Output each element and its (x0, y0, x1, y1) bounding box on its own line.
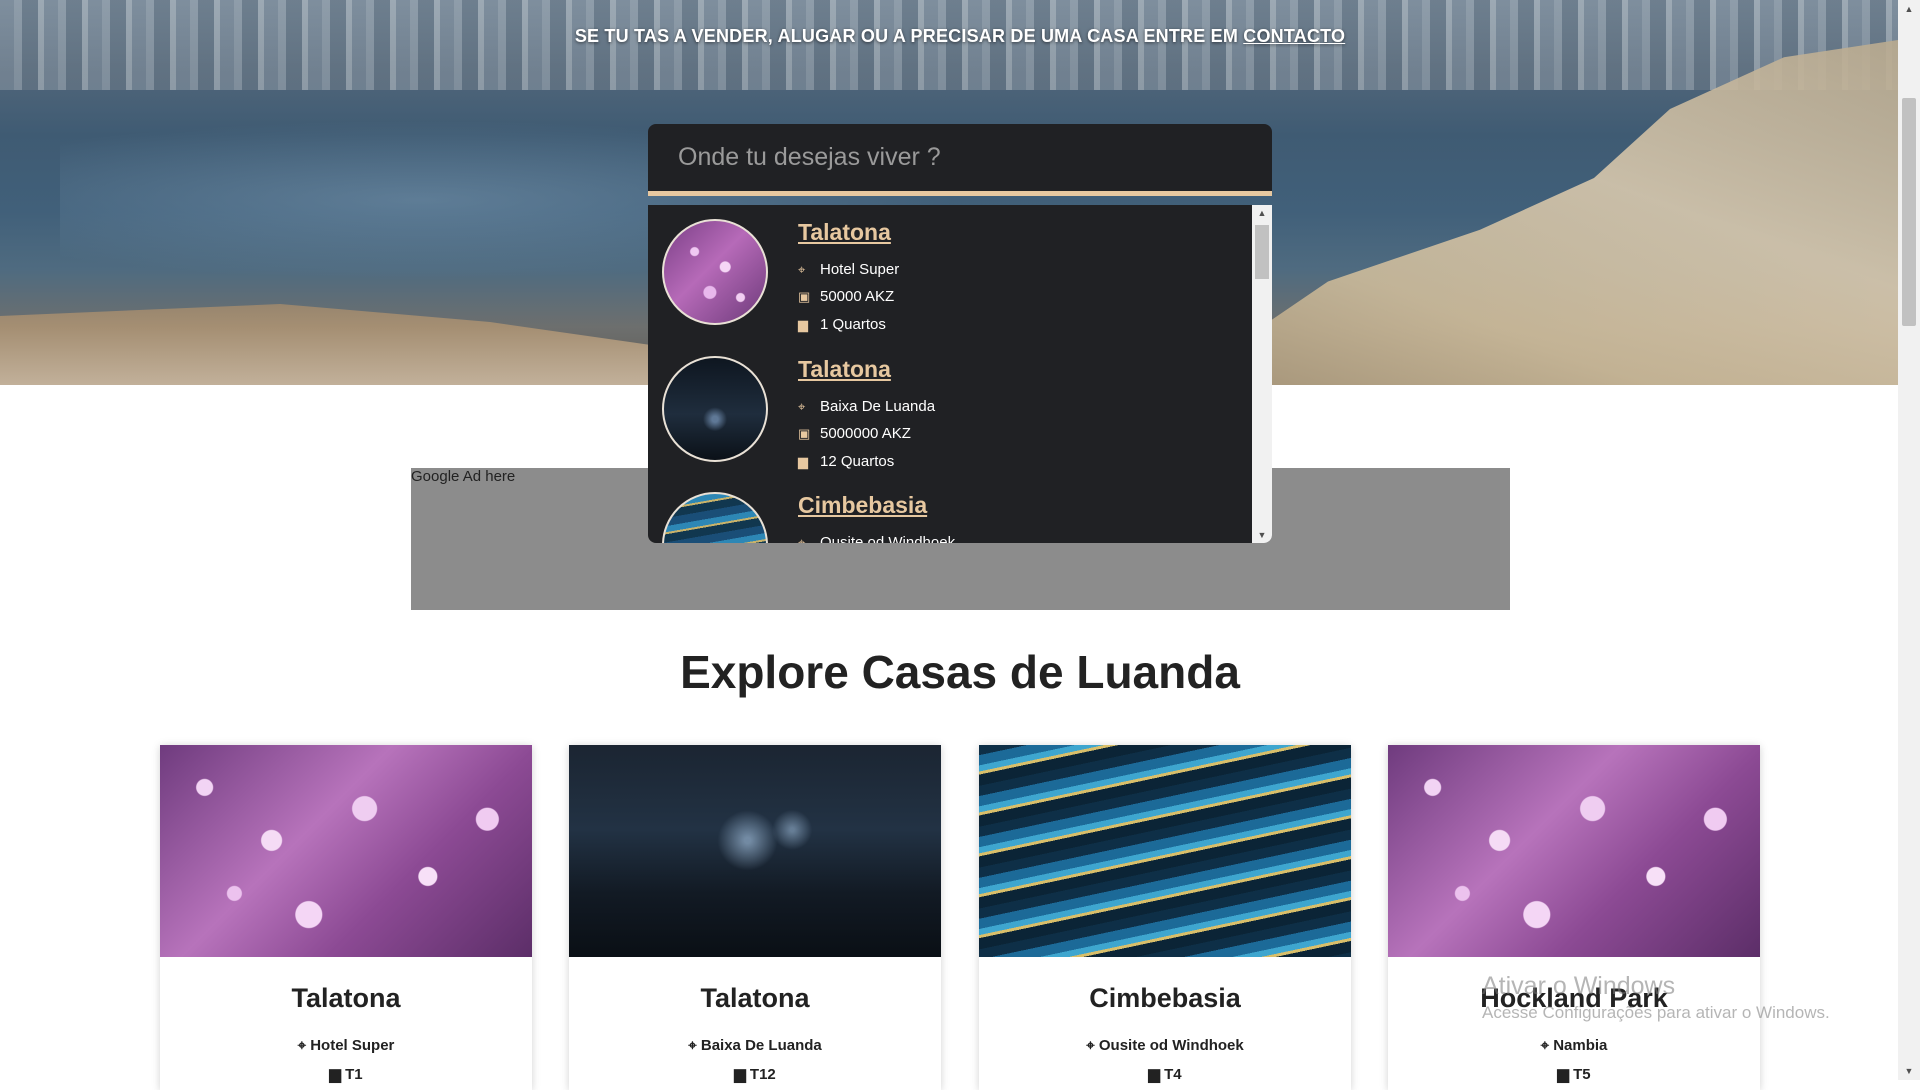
page-scroll-thumb[interactable] (1902, 98, 1916, 326)
result-thumbnail[interactable] (662, 219, 768, 325)
result-price: ▣ 5000000 AKZ (798, 425, 911, 442)
property-location: ⌖ Nambia (1540, 1037, 1608, 1054)
result-title-link[interactable]: Talatona (798, 219, 891, 246)
result-price: ▣ 50000 AKZ (798, 288, 895, 305)
search-input[interactable] (648, 124, 1272, 191)
result-title-link[interactable]: Talatona (798, 356, 891, 383)
map-pin-icon: ⌖ (1540, 1037, 1550, 1054)
property-title[interactable]: Talatona (569, 983, 941, 1014)
section-title: Explore Casas de Luanda (680, 646, 1240, 698)
map-pin-icon: ⌖ (1086, 1037, 1095, 1054)
map-pin-icon: ⌖ (798, 534, 806, 544)
result-title-link[interactable]: Cimbebasia (798, 492, 927, 519)
money-icon: ▣ (798, 425, 811, 441)
contact-link[interactable]: CONTACTO (1243, 26, 1345, 46)
property-location: ⌖ Hotel Super (297, 1037, 395, 1054)
property-card[interactable]: Talatona ⌖ Hotel Super ▆ T1 (160, 745, 532, 1090)
map-pin-icon: ⌖ (798, 261, 806, 277)
property-rooms: ▆ T12 (734, 1066, 776, 1083)
bed-icon: ▆ (798, 316, 808, 332)
page-scrollbar[interactable]: ▲ ▼ (1898, 0, 1920, 1080)
property-image[interactable] (979, 745, 1351, 957)
scroll-up-arrow-icon[interactable]: ▲ (1252, 205, 1272, 221)
property-rooms: ▆ T5 (1557, 1066, 1591, 1083)
result-item[interactable]: Talatona ⌖ Baixa De Luanda ▣ 5000000 AKZ… (662, 342, 1242, 472)
bed-icon: ▆ (1148, 1066, 1160, 1083)
property-card[interactable]: Talatona ⌖ Baixa De Luanda ▆ T12 (569, 745, 941, 1090)
result-location: ⌖ Hotel Super (798, 261, 900, 278)
windows-activation-watermark: Ativar o Windows Acesse Configurações pa… (1482, 972, 1830, 1022)
bed-icon: ▆ (734, 1066, 746, 1083)
scroll-down-arrow-icon[interactable]: ▼ (1898, 1062, 1920, 1080)
result-thumbnail[interactable] (662, 356, 768, 462)
search-box (648, 124, 1272, 196)
search-results-dropdown: Talatona ⌖ Hotel Super ▣ 50000 AKZ ▆ 1 Q… (648, 205, 1272, 543)
property-location: ⌖ Ousite od Windhoek (1086, 1037, 1244, 1054)
ad-label: Google Ad here (411, 468, 516, 485)
property-image[interactable] (569, 745, 941, 957)
money-icon: ▣ (798, 288, 811, 304)
shoreline-left (0, 304, 700, 385)
map-pin-icon: ⌖ (688, 1037, 697, 1054)
map-pin-icon: ⌖ (297, 1037, 307, 1054)
property-title[interactable]: Talatona (160, 983, 532, 1014)
result-location: ⌖ Baixa De Luanda (798, 398, 936, 415)
property-card[interactable]: Cimbebasia ⌖ Ousite od Windhoek ▆ T4 (979, 745, 1351, 1090)
result-item[interactable]: Cimbebasia ⌖ Ousite od Windhoek (662, 478, 1242, 543)
result-location: ⌖ Ousite od Windhoek (798, 534, 955, 543)
result-item[interactable]: Talatona ⌖ Hotel Super ▣ 50000 AKZ ▆ 1 Q… (662, 205, 1242, 335)
results-scroll-thumb[interactable] (1255, 225, 1269, 279)
property-image[interactable] (160, 745, 532, 957)
results-scrollbar[interactable]: ▲ ▼ (1252, 205, 1272, 543)
property-location: ⌖ Baixa De Luanda (688, 1037, 822, 1054)
scroll-down-arrow-icon[interactable]: ▼ (1252, 527, 1272, 543)
bed-icon: ▆ (329, 1066, 341, 1083)
scroll-up-arrow-icon[interactable]: ▲ (1898, 0, 1920, 18)
property-image[interactable] (1388, 745, 1760, 957)
property-title[interactable]: Cimbebasia (979, 983, 1351, 1014)
property-rooms: ▆ T1 (329, 1066, 363, 1083)
property-rooms: ▆ T4 (1148, 1066, 1182, 1083)
hero-headline: SE TU TAS A VENDER, ALUGAR OU A PRECISAR… (574, 26, 1346, 46)
result-thumbnail[interactable] (662, 492, 768, 543)
bed-icon: ▆ (1557, 1066, 1569, 1083)
map-pin-icon: ⌖ (798, 398, 806, 414)
result-rooms: ▆ 1 Quartos (798, 316, 886, 333)
result-rooms: ▆ 12 Quartos (798, 453, 895, 470)
property-card[interactable]: Hockland Park ⌖ Nambia ▆ T5 (1388, 745, 1760, 1090)
bed-icon: ▆ (798, 453, 808, 469)
